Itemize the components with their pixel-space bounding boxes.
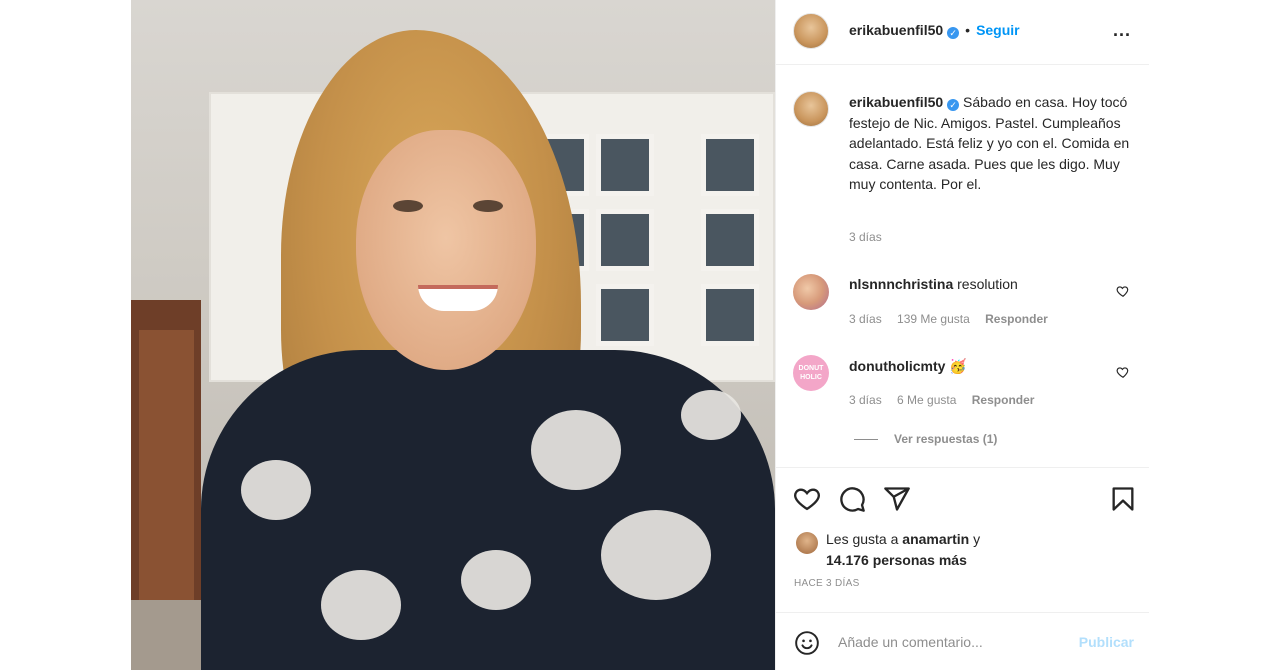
post-header: erikabuenfil50 ✓ • Seguir ... <box>776 0 1149 65</box>
save-bookmark-icon[interactable] <box>1109 485 1137 513</box>
comment-text: 🥳 <box>949 358 967 374</box>
post-sidebar: erikabuenfil50 ✓ • Seguir ... erikabuenfil5… <box>775 0 1149 670</box>
photo-cabinet-glass <box>701 209 759 271</box>
photo-cabinet-glass <box>596 209 654 271</box>
comment-item: nlsnnnchristina resolution <box>849 276 1018 292</box>
verified-badge-icon: ✓ <box>947 99 960 111</box>
photo-cabinet-glass <box>701 284 759 346</box>
share-paper-plane-icon[interactable] <box>883 485 911 513</box>
emoji-smiley-icon[interactable] <box>794 630 820 656</box>
photo-face <box>356 130 536 370</box>
post-photo[interactable] <box>131 0 775 670</box>
author-avatar[interactable] <box>793 13 829 49</box>
photo-blouse-flower <box>461 550 531 610</box>
photo-blouse-flower <box>531 410 621 490</box>
liker-username[interactable]: anamartin <box>902 531 969 547</box>
header-user: erikabuenfil50 ✓ • Seguir <box>849 22 1020 39</box>
comment-bubble-icon[interactable] <box>838 485 866 513</box>
more-options-icon[interactable]: ... <box>1113 20 1131 41</box>
comment-username[interactable]: nlsnnnchristina <box>849 276 953 292</box>
separator-dot: • <box>965 22 971 38</box>
comment-username[interactable]: donutholicmty <box>849 358 945 374</box>
instagram-post-view: erikabuenfil50 ✓ • Seguir ... erikabuenfil5… <box>0 0 1280 670</box>
likes-count[interactable]: 14.176 personas más <box>826 552 967 568</box>
photo-blouse-flower <box>681 390 741 440</box>
likes-summary: Les gusta a anamartin y 14.176 personas … <box>826 529 980 571</box>
likes-conj: y <box>973 531 981 547</box>
comment-meta: 3 días 139 Me gusta Responder <box>849 312 1060 326</box>
comment-avatar[interactable]: DONUT HOLIC <box>793 355 829 391</box>
comment-input[interactable]: Añade un comentario... <box>838 634 983 650</box>
view-replies-label: Ver respuestas (1) <box>894 432 998 446</box>
verified-badge-icon: ✓ <box>947 27 960 39</box>
comment-time[interactable]: 3 días <box>849 312 882 326</box>
avatar-logo-text: DONUT HOLIC <box>798 365 824 381</box>
photo-blouse-flower <box>241 460 311 520</box>
post-timestamp[interactable]: HACE 3 DÍAS <box>794 578 860 589</box>
comment-avatar[interactable] <box>793 274 829 310</box>
photo-blouse-flower <box>321 570 401 640</box>
photo-blouse <box>201 350 775 670</box>
comment-meta: 3 días 6 Me gusta Responder <box>849 393 1046 407</box>
comment-reply-button[interactable]: Responder <box>972 393 1035 407</box>
view-replies-button[interactable]: Ver respuestas (1) <box>854 432 997 446</box>
liker-avatar[interactable] <box>796 532 818 554</box>
post-actions <box>776 467 1149 527</box>
comment-like-heart-icon[interactable] <box>1116 284 1130 298</box>
photo-eye <box>393 200 423 212</box>
comment-likes[interactable]: 139 Me gusta <box>897 312 970 326</box>
follow-button[interactable]: Seguir <box>976 22 1020 38</box>
comment-time[interactable]: 3 días <box>849 393 882 407</box>
author-username[interactable]: erikabuenfil50 <box>849 22 943 38</box>
caption-author-avatar[interactable] <box>793 91 829 127</box>
photo-eye <box>473 200 503 212</box>
photo-blouse-flower <box>601 510 711 600</box>
comment-item: donutholicmty 🥳 <box>849 358 967 375</box>
caption-username[interactable]: erikabuenfil50 <box>849 94 943 110</box>
comment-text: resolution <box>957 276 1018 292</box>
comment-reply-button[interactable]: Responder <box>985 312 1048 326</box>
comment-like-heart-icon[interactable] <box>1116 365 1130 379</box>
replies-divider-line <box>854 439 878 441</box>
comment-bar: Añade un comentario... Publicar <box>776 612 1149 670</box>
publish-button[interactable]: Publicar <box>1079 634 1134 650</box>
likes-prefix: Les gusta a <box>826 531 899 547</box>
caption-time[interactable]: 3 días <box>849 230 882 244</box>
photo-cabinet-glass <box>701 134 759 196</box>
photo-cabinet-glass <box>596 134 654 196</box>
like-heart-icon[interactable] <box>793 485 821 513</box>
comment-likes[interactable]: 6 Me gusta <box>897 393 956 407</box>
post-caption: erikabuenfil50 ✓ Sábado en casa. Hoy tocó… <box>849 92 1134 195</box>
photo-cabinet-glass <box>596 284 654 346</box>
